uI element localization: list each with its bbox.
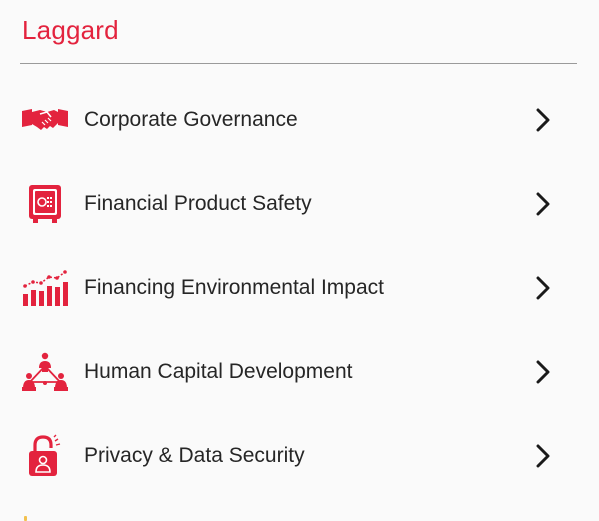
item-label: Financing Environmental Impact	[84, 276, 384, 299]
chevron-right-icon[interactable]	[533, 442, 553, 470]
chevron-right-icon[interactable]	[533, 358, 553, 386]
item-label: Human Capital Development	[84, 360, 353, 383]
item-label: Privacy & Data Security	[84, 444, 305, 467]
list-item-privacy-data-security[interactable]: Privacy & Data Security	[0, 414, 599, 498]
item-label: Corporate Governance	[84, 108, 298, 131]
divider	[20, 63, 577, 64]
padlock-user-icon	[20, 434, 70, 476]
safe-icon	[20, 184, 70, 224]
chevron-right-icon[interactable]	[533, 274, 553, 302]
bar-chart-trend-icon	[20, 268, 70, 308]
list-item-financial-product-safety[interactable]: Financial Product Safety	[0, 162, 599, 246]
chevron-right-icon[interactable]	[533, 106, 553, 134]
laggard-section: Laggard Corporate Governance Financial P…	[0, 0, 599, 521]
people-network-icon	[20, 352, 70, 392]
list-item-corporate-governance[interactable]: Corporate Governance	[0, 78, 599, 162]
next-section-indicator	[24, 516, 27, 521]
issue-list: Corporate Governance Financial Product S…	[0, 78, 599, 498]
list-item-financing-environmental-impact[interactable]: Financing Environmental Impact	[0, 246, 599, 330]
list-item-human-capital-development[interactable]: Human Capital Development	[0, 330, 599, 414]
item-label: Financial Product Safety	[84, 192, 312, 215]
chevron-right-icon[interactable]	[533, 190, 553, 218]
section-title: Laggard	[22, 15, 119, 45]
handshake-icon	[20, 100, 70, 140]
